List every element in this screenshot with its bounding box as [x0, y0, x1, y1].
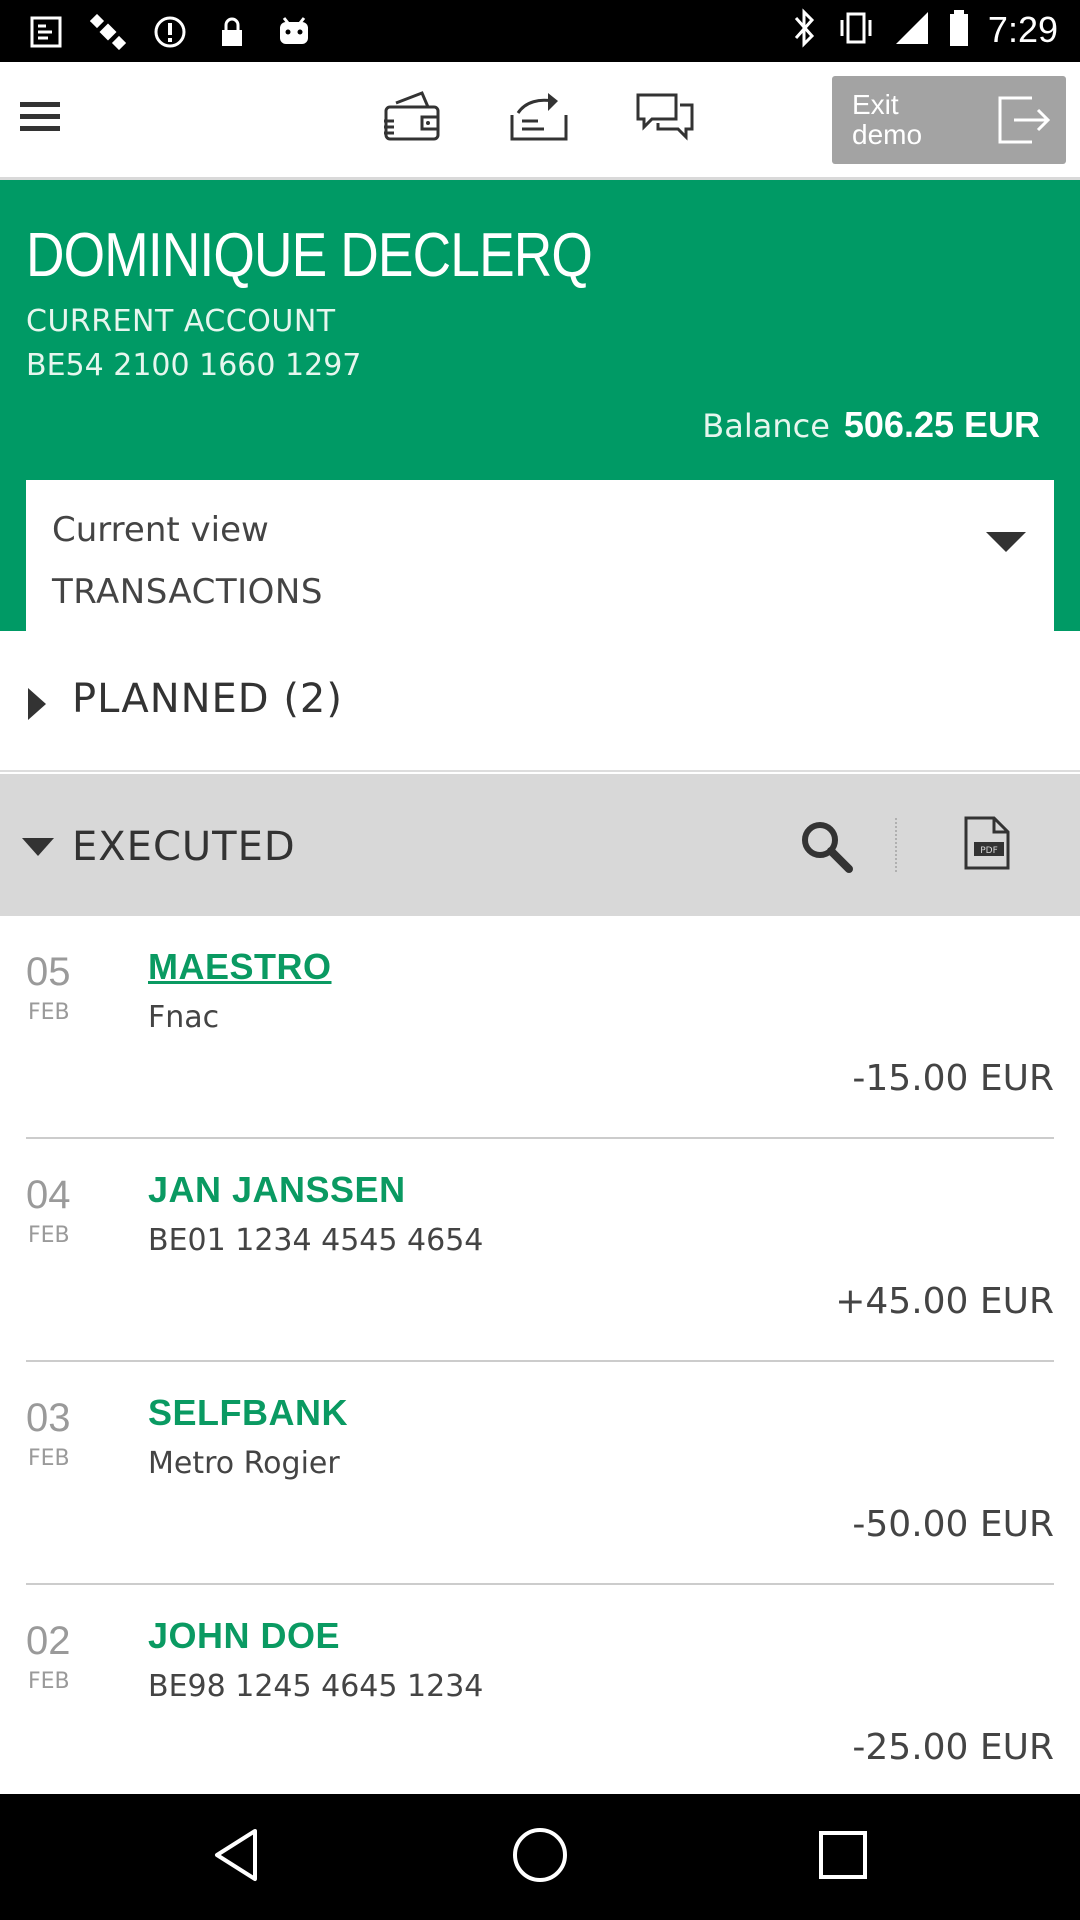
- transaction-name[interactable]: SELFBANK: [148, 1392, 348, 1434]
- exit-demo-button[interactable]: Exit demo: [832, 76, 1066, 164]
- accounts-button[interactable]: [378, 84, 448, 154]
- transaction-row[interactable]: 03 FEB SELFBANK Metro Rogier -50.00 EUR: [0, 1362, 1080, 1585]
- current-view-label: Current view: [52, 510, 269, 550]
- transaction-day: 04: [26, 1173, 71, 1217]
- home-icon: [510, 1825, 570, 1889]
- system-status: 7:29: [790, 8, 1058, 52]
- transaction-detail: Fnac: [148, 1000, 220, 1035]
- transaction-month: FEB: [28, 1669, 70, 1694]
- collapse-arrow-icon[interactable]: [22, 838, 54, 856]
- current-view-value: TRANSACTIONS: [52, 572, 323, 612]
- menu-icon: [20, 100, 60, 138]
- planned-label: PLANNED (2): [72, 676, 343, 722]
- recents-icon: [817, 1829, 869, 1885]
- signal-icon: [894, 8, 930, 52]
- search-button[interactable]: [798, 818, 856, 880]
- transaction-day: 03: [26, 1396, 71, 1440]
- transaction-amount: -50.00 EUR: [852, 1504, 1054, 1545]
- balance-row: Balance 506.25 EUR: [702, 404, 1040, 446]
- transaction-amount: -25.00 EUR: [852, 1727, 1054, 1768]
- bluetooth-icon: [790, 8, 818, 52]
- android-icon: [274, 12, 314, 52]
- transaction-amount: -15.00 EUR: [852, 1058, 1054, 1099]
- logout-icon: [994, 90, 1054, 154]
- transaction-month: FEB: [28, 1446, 70, 1471]
- system-nav-bar: [0, 1794, 1080, 1920]
- vibrate-icon: [836, 8, 876, 52]
- satellite-icon: [88, 12, 128, 52]
- account-type: CURRENT ACCOUNT: [26, 304, 336, 339]
- transaction-day: 05: [26, 950, 71, 994]
- transfer-button[interactable]: [504, 84, 574, 154]
- balance-value: 506.25 EUR: [843, 404, 1040, 445]
- messages-button[interactable]: [630, 84, 700, 154]
- balance-label: Balance: [702, 407, 830, 445]
- lock-icon: [212, 12, 252, 52]
- pdf-export-button[interactable]: PDF: [962, 814, 1012, 876]
- executed-label[interactable]: EXECUTED: [72, 824, 296, 870]
- status-bar: 7:29: [0, 0, 1080, 62]
- transaction-row[interactable]: 04 FEB JAN JANSSEN BE01 1234 4545 4654 +…: [0, 1139, 1080, 1362]
- transaction-row[interactable]: 02 FEB JOHN DOE BE98 1245 4645 1234 -25.…: [0, 1585, 1080, 1808]
- transaction-day: 02: [26, 1619, 71, 1663]
- back-icon: [209, 1825, 265, 1889]
- transaction-detail: Metro Rogier: [148, 1446, 340, 1481]
- battery-icon: [948, 8, 970, 52]
- transaction-month: FEB: [28, 1223, 70, 1248]
- account-holder: DOMINIQUE DECLERQ: [26, 221, 593, 290]
- clock: 7:29: [987, 9, 1058, 50]
- fake-gps-icon: [26, 12, 66, 52]
- back-button[interactable]: [202, 1822, 272, 1892]
- transaction-amount: +45.00 EUR: [835, 1281, 1054, 1322]
- expand-arrow-icon: [28, 688, 46, 720]
- transaction-detail: BE01 1234 4545 4654: [148, 1223, 484, 1258]
- dropdown-arrow-icon: [986, 532, 1026, 552]
- transaction-month: FEB: [28, 1000, 70, 1025]
- home-button[interactable]: [505, 1822, 575, 1892]
- account-iban: BE54 2100 1660 1297: [26, 348, 362, 383]
- notification-icons: [26, 12, 314, 52]
- planned-section-toggle[interactable]: PLANNED (2): [0, 632, 1080, 772]
- current-view-dropdown[interactable]: Current view TRANSACTIONS: [26, 480, 1054, 632]
- wallet-icon: [382, 91, 444, 147]
- transaction-name[interactable]: JAN JANSSEN: [148, 1169, 406, 1211]
- exit-demo-label: Exit demo: [852, 89, 923, 150]
- app-toolbar: Exit demo: [0, 62, 1080, 180]
- chat-icon: [634, 91, 696, 147]
- transaction-row[interactable]: 05 FEB MAESTRO Fnac -15.00 EUR: [0, 916, 1080, 1139]
- divider: [895, 818, 897, 872]
- transaction-name[interactable]: MAESTRO: [148, 946, 332, 988]
- transfer-icon: [508, 91, 570, 147]
- search-icon: [798, 822, 856, 880]
- transaction-name[interactable]: JOHN DOE: [148, 1615, 340, 1657]
- recents-button[interactable]: [808, 1822, 878, 1892]
- svg-text:PDF: PDF: [980, 846, 998, 856]
- executed-section-header: EXECUTED PDF: [0, 774, 1080, 916]
- alert-icon: [150, 12, 190, 52]
- transaction-detail: BE98 1245 4645 1234: [148, 1669, 484, 1704]
- pdf-icon: PDF: [962, 816, 1012, 876]
- menu-button[interactable]: [10, 84, 70, 154]
